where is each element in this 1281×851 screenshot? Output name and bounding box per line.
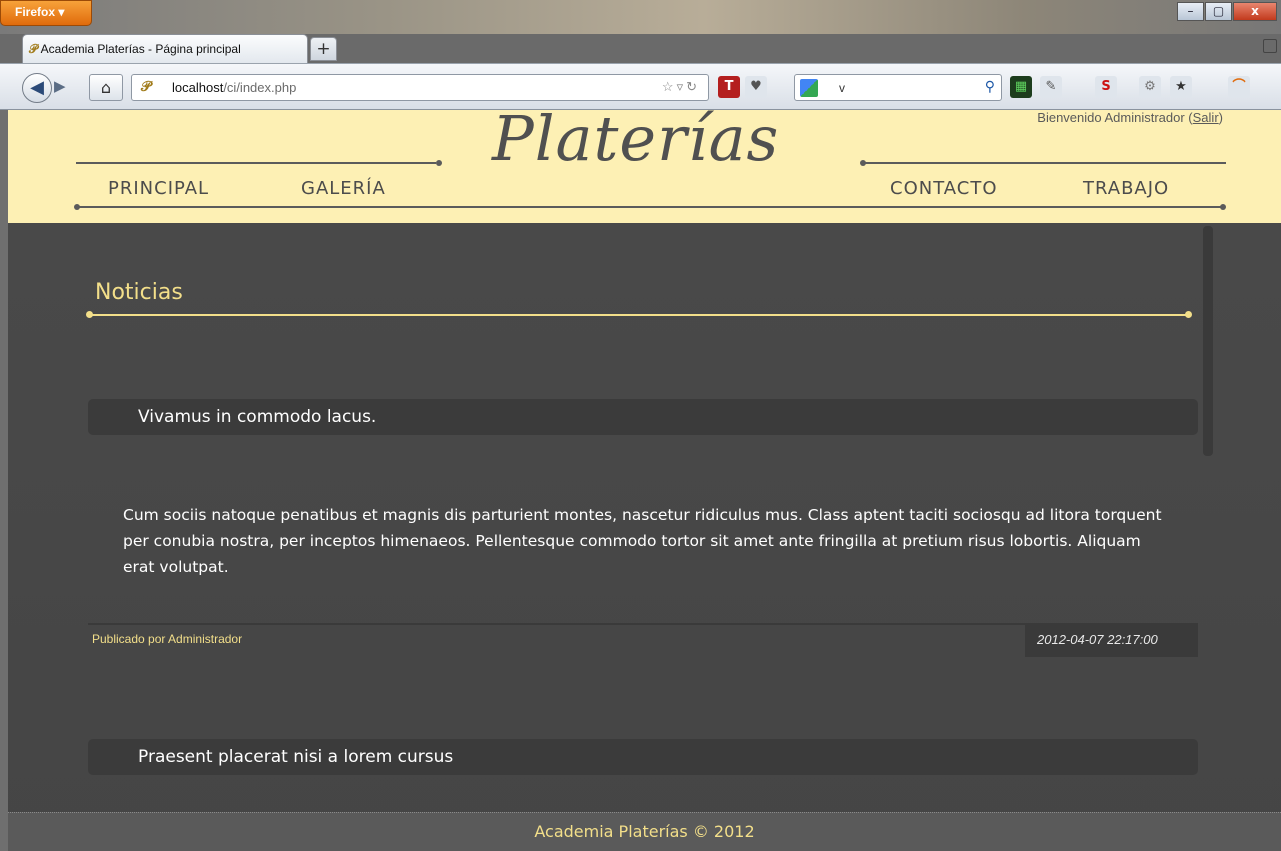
window-controls: – ▢ x	[1176, 2, 1277, 21]
tab-list-icon[interactable]	[1263, 39, 1277, 53]
header-rule-right-top	[864, 162, 1226, 164]
site-identity-icon: 𝒫	[141, 78, 152, 94]
header-zigzag-edge	[8, 218, 1281, 228]
header-dot	[1220, 204, 1226, 210]
nav-trabajo[interactable]: TRABAJO	[1083, 178, 1169, 199]
addon-icon[interactable]: T	[718, 76, 740, 98]
section-dot	[1185, 311, 1192, 318]
firefox-menu-button[interactable]: Firefox ▾	[0, 0, 92, 26]
search-text: v	[839, 81, 845, 95]
search-engine-icon[interactable]	[800, 79, 818, 97]
stumble-icon[interactable]: S	[1095, 76, 1117, 98]
settings-icon[interactable]: ⚙	[1139, 76, 1161, 98]
extension-icon[interactable]: ♥	[745, 76, 767, 98]
maximize-button[interactable]: ▢	[1205, 2, 1232, 21]
favicon-icon: 𝒫	[29, 42, 38, 56]
section-divider	[89, 314, 1190, 316]
url-host: localhost	[172, 80, 224, 95]
bookmark-star-icon[interactable]: ☆▿↻	[662, 79, 700, 95]
nav-principal[interactable]: PRINCIPAL	[108, 178, 209, 199]
window-titlebar	[0, 0, 1281, 34]
site-header: Bienvenido Administrador (Salir) Platerí…	[8, 110, 1281, 223]
post-title[interactable]: Vivamus in commodo lacus.	[88, 399, 1198, 435]
back-icon[interactable]: ◀	[22, 73, 52, 103]
logout-link[interactable]: Salir	[1193, 110, 1219, 125]
header-rule-left-top	[76, 162, 436, 164]
nav-galeria[interactable]: GALERÍA	[301, 178, 386, 199]
bookmarks-menu-icon[interactable]: ★	[1170, 76, 1192, 98]
post-title[interactable]: Praesent placerat nisi a lorem cursus	[88, 739, 1198, 775]
content-scrollbar[interactable]	[1203, 226, 1213, 456]
post-body: Cum sociis natoque penatibus et magnis d…	[123, 506, 1162, 576]
home-icon[interactable]: ⌂	[89, 74, 123, 101]
tab-academia-platerias[interactable]: 𝒫 Academia Platerías - Página principal	[22, 34, 308, 63]
search-input[interactable]: v ⚲	[794, 74, 1002, 101]
section-title: Noticias	[95, 280, 183, 305]
tab-strip: 𝒫 Academia Platerías - Página principal +	[0, 34, 1281, 63]
site-logo[interactable]: Platerías	[492, 110, 779, 175]
post-date: 2012-04-07 22:17:00	[1025, 624, 1198, 657]
header-rule-bottom	[78, 206, 1222, 208]
web-page: Bienvenido Administrador (Salir) Platerí…	[8, 110, 1281, 851]
eyedropper-icon[interactable]: ✎	[1040, 76, 1062, 98]
forward-icon[interactable]: ▶	[54, 77, 66, 95]
post-author: Publicado por Administrador	[92, 632, 243, 646]
header-dot	[436, 160, 442, 166]
page-left-edge	[0, 110, 8, 851]
tab-title: Academia Platerías - Página principal	[40, 42, 241, 56]
search-icon[interactable]: ⚲	[985, 78, 995, 95]
url-bar[interactable]: 𝒫 localhost/ci/index.php ☆▿↻	[131, 74, 709, 101]
site-footer: Academia Platerías © 2012	[8, 812, 1281, 851]
nav-contacto[interactable]: CONTACTO	[890, 178, 998, 199]
minimize-button[interactable]: –	[1177, 2, 1204, 21]
matrix-addon-icon[interactable]: ▦	[1010, 76, 1032, 98]
footer-text: Academia Platerías © 2012	[534, 822, 755, 841]
new-tab-button[interactable]: +	[310, 37, 337, 61]
close-button[interactable]: x	[1233, 2, 1277, 21]
welcome-message: Bienvenido Administrador (Salir)	[1037, 110, 1223, 125]
url-path: /ci/index.php	[223, 80, 297, 95]
rainbow-addon-icon[interactable]: ⌒	[1228, 76, 1250, 98]
